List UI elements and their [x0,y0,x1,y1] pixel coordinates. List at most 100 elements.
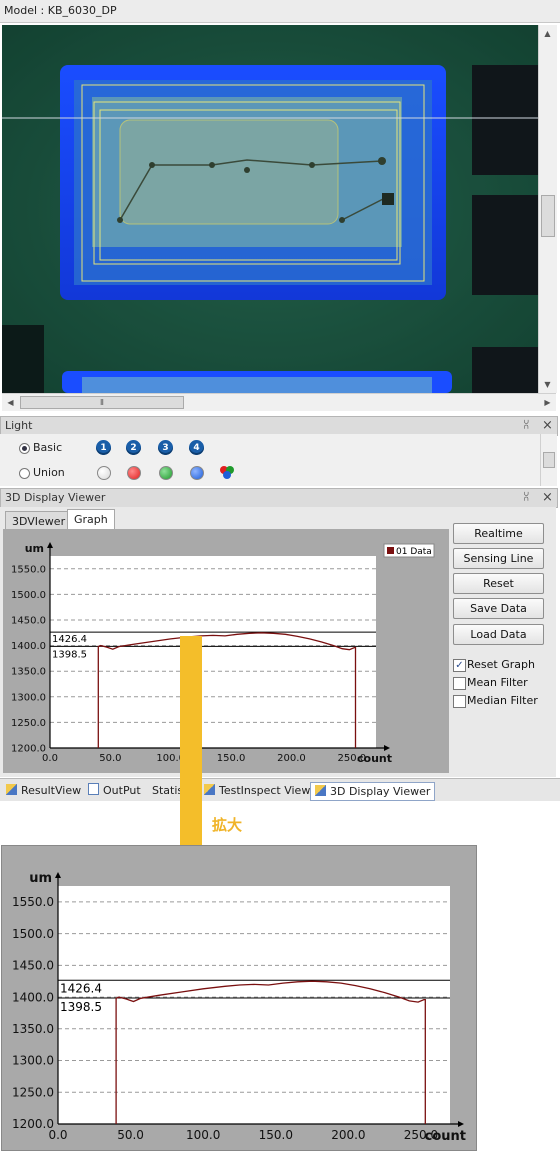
3d-display-icon [315,785,326,796]
profile-chart: 1200.0 1250.0 1300.0 1350.0 1400.0 1450.0 1500… [11,542,435,765]
light-panel-header: Light ⩆ × [0,416,558,436]
vertical-scroll-thumb[interactable] [541,195,555,237]
mean-filter-label: Mean Filter [467,676,528,689]
y-axis-arrow [47,542,53,548]
camera-horizontal-scrollbar[interactable]: ◀ Ⅱ ▶ [2,393,556,411]
y-tick-label: 1250.0 [11,718,46,729]
mean-filter-checkbox[interactable] [453,677,466,690]
y-axis-label: um [29,871,52,886]
viewer-panel-title: 3D Display Viewer [5,491,106,504]
y-tick-label: 1300.0 [11,692,46,703]
scroll-down-icon[interactable]: ▼ [539,376,556,393]
upper-reference-label: 1426.4 [60,981,102,995]
x-axis-label: count [357,752,392,765]
y-tick-label: 1550.0 [11,564,46,575]
x-tick-label: 200.0 [277,753,306,764]
median-filter-label: Median Filter [467,694,538,707]
y-tick-label: 1200.0 [11,744,46,755]
reset-button[interactable]: Reset [453,573,544,594]
x-tick-label: 150.0 [217,753,246,764]
y-tick-label: 1450.0 [12,959,54,973]
light-panel-scrollbar[interactable] [540,434,557,486]
tab-3d-display-viewer-label: 3D Display Viewer [330,785,431,798]
x-axis-arrow [458,1121,464,1127]
y-tick-label: 1400.0 [11,641,46,652]
zoomed-profile-chart: 1200.01250.01300.01350.01400.01450.01500… [12,871,466,1144]
y-tick-label: 1250.0 [12,1085,54,1099]
x-tick-label: 150.0 [259,1128,293,1142]
load-data-button[interactable]: Load Data [453,624,544,645]
y-tick-label: 1350.0 [12,1022,54,1036]
tab-testinspect-label: TestInspect View [219,784,311,797]
horizontal-scroll-thumb[interactable]: Ⅱ [20,396,184,409]
channel-2-icon[interactable]: 2 [126,440,141,455]
scroll-left-icon[interactable]: ◀ [2,394,19,411]
tab-3dviewer[interactable]: 3DVIewer [5,511,73,531]
blue-light-icon[interactable] [190,466,204,480]
red-light-icon[interactable] [127,466,141,480]
y-tick-label: 1350.0 [11,667,46,678]
union-radio[interactable] [19,468,30,479]
sensing-line-button[interactable]: Sensing Line [453,548,544,569]
camera-view[interactable] [2,25,538,393]
y-tick-label: 1550.0 [12,895,54,909]
pin-icon[interactable]: ⩆ [524,417,529,435]
y-tick-label: 1450.0 [11,616,46,627]
x-tick-label: 50.0 [99,753,121,764]
lower-reference-label: 1398.5 [52,649,87,660]
scroll-up-icon[interactable]: ▲ [539,25,556,42]
y-axis-label: um [25,542,44,555]
legend-swatch [387,547,394,554]
y-tick-label: 1300.0 [12,1054,54,1068]
x-tick-label: 0.0 [42,753,58,764]
x-axis-arrow [384,745,390,751]
green-light-icon[interactable] [159,466,173,480]
basic-radio[interactable] [19,443,30,454]
tab-testinspect[interactable]: TestInspect View [204,782,310,799]
close-icon[interactable]: × [542,417,553,435]
plot-background [58,886,450,1124]
median-filter-checkbox[interactable] [453,695,466,708]
white-light-icon[interactable] [97,466,111,480]
tab-output[interactable]: OutPut [88,782,141,799]
camera-vertical-scrollbar[interactable]: ▲ ▼ [538,25,557,393]
x-tick-label: 200.0 [331,1128,365,1142]
realtime-button[interactable]: Realtime [453,523,544,544]
legend-label: 01 Data [396,547,432,557]
viewer-pin-icon[interactable]: ⩆ [524,489,529,507]
bottom-tab-bar: ResultView OutPut Statisti TestInspect V… [0,778,560,801]
light-panel-title: Light [5,419,33,432]
rgb-mix-icon[interactable] [219,465,235,480]
result-view-icon [6,784,17,795]
camera-image [2,25,538,393]
y-tick-label: 1400.0 [12,990,54,1004]
model-bar: Model : KB_6030_DP [0,0,560,23]
channel-4-icon[interactable]: 4 [189,440,204,455]
light-scroll-thumb[interactable] [543,452,555,468]
scroll-right-icon[interactable]: ▶ [539,394,556,411]
zoomed-graph-area: 1200.0 1250.0 1300.0 1350.0 1400.0 1450.0 1500… [1,845,477,1151]
basic-radio-label: Basic [33,441,63,454]
save-data-button[interactable]: Save Data [453,598,544,619]
channel-1-icon[interactable]: 1 [96,440,111,455]
zoom-label: 拡大 [212,816,243,834]
y-axis-arrow [55,872,61,878]
y-tick-label: 1500.0 [12,927,54,941]
x-axis-label: count [425,1129,466,1144]
tab-3d-display-viewer[interactable]: 3D Display Viewer [310,782,436,801]
x-tick-label: 50.0 [117,1128,144,1142]
tab-graph[interactable]: Graph [67,509,115,531]
tab-resultview[interactable]: ResultView [6,782,81,799]
graph-area[interactable]: 1200.0 1250.0 1300.0 1350.0 1400.0 1450.0 1500… [3,529,449,773]
tab-output-label: OutPut [103,784,141,797]
x-tick-label: 100.0 [186,1128,220,1142]
legend: 01 Data [383,543,435,558]
upper-reference-label: 1426.4 [52,634,87,645]
reset-graph-checkbox[interactable]: ✓ [453,659,466,672]
y-tick-label: 1500.0 [11,590,46,601]
channel-3-icon[interactable]: 3 [158,440,173,455]
viewer-close-icon[interactable]: × [542,489,553,507]
lower-reference-label: 1398.5 [60,1000,102,1014]
tab-resultview-label: ResultView [21,784,82,797]
reset-graph-label: Reset Graph [467,658,535,671]
